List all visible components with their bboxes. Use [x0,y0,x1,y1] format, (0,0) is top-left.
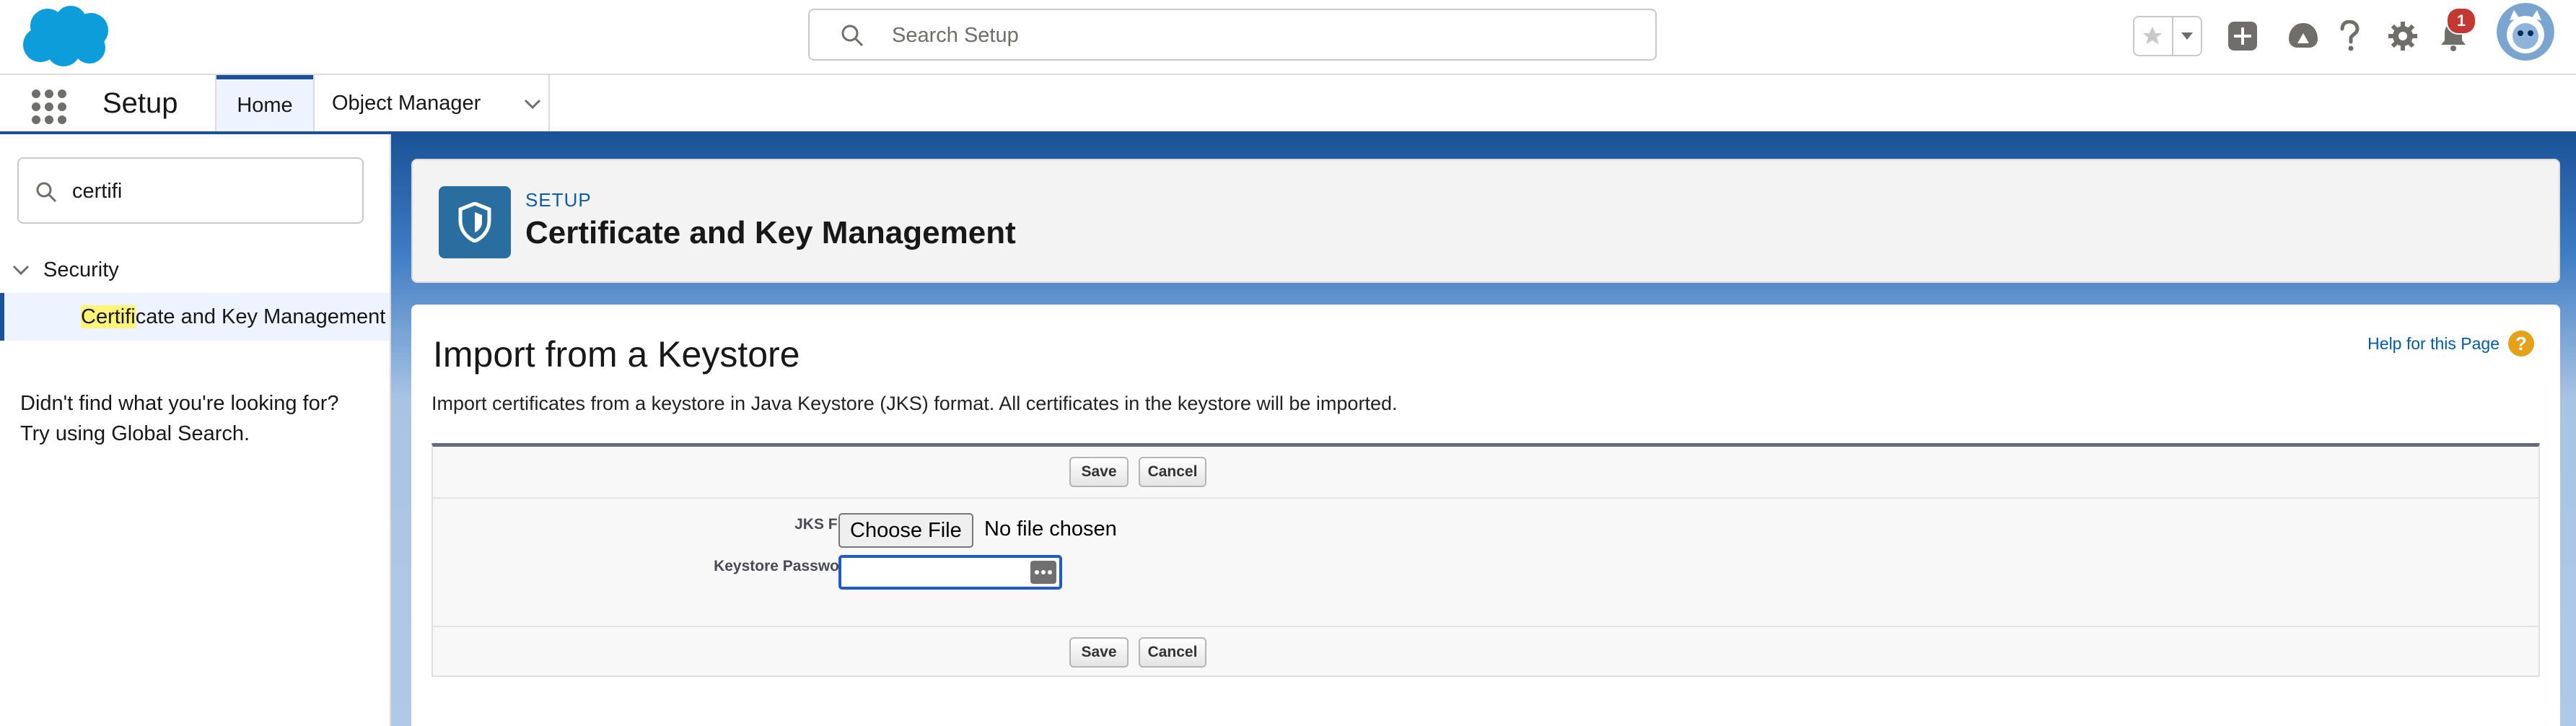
divider [548,75,550,131]
cancel-button[interactable]: Cancel [1139,457,1206,487]
content-panel: Import from a Keystore Help for this Pag… [411,305,2560,726]
quick-find[interactable] [17,157,364,224]
setup-search[interactable] [808,9,1657,61]
avatar[interactable] [2497,3,2554,61]
favorites-dropdown-icon[interactable] [2173,17,2201,55]
help-link[interactable]: Help for this Page ? [2367,331,2534,357]
not-found-line: Try using Global Search. [20,422,250,445]
help-link-label: Help for this Page [2367,333,2500,353]
not-found-message: Didn't find what you're looking for? Try… [20,388,339,449]
page-title: Certificate and Key Management [525,215,1016,250]
global-header: 1 [0,0,2576,75]
tree-section-label: Security [43,258,119,281]
favorites-group [2133,16,2202,56]
choose-file-button[interactable]: Choose File [838,513,973,548]
trailhead-icon[interactable] [2284,17,2322,55]
app-name: Setup [102,87,178,119]
search-icon [35,180,58,204]
keystore-password-label: Keystore Password [714,558,854,574]
search-input[interactable] [890,16,1644,55]
file-status: No file chosen [984,517,1117,541]
tab-object-manager[interactable]: Object Manager [315,75,548,131]
tab-home[interactable]: Home [216,75,313,131]
add-icon[interactable] [2224,17,2261,55]
page-kicker: SETUP [525,189,592,211]
quick-find-input[interactable] [71,172,355,211]
setup-sidebar: Security Certificate and Key Management … [0,134,391,726]
shield-icon [439,186,511,258]
chevron-down-icon[interactable] [521,92,544,115]
content-description: Import certificates from a keystore in J… [431,393,1398,414]
sidebar-item-label-rest: cate and Key Management [135,305,386,328]
sidebar-item-certificate-key-management[interactable]: Certificate and Key Management [0,293,390,341]
import-form: Save Cancel JKS File Choose File No file… [431,443,2540,677]
help-icon: ? [2508,331,2534,357]
help-icon[interactable] [2331,17,2368,55]
keystore-password-field[interactable] [838,555,1062,590]
save-button[interactable]: Save [1069,637,1129,668]
cancel-button[interactable]: Cancel [1139,637,1206,668]
key-icon[interactable] [1030,561,1056,584]
keystore-password-input[interactable] [846,559,1033,587]
search-highlight: Certifi [81,305,136,328]
not-found-line: Didn't find what you're looking for? [20,392,339,415]
button-row-top: Save Cancel [433,447,2538,499]
notification-badge: 1 [2446,7,2476,35]
sidebar-item-label: Certificate and Key Management [81,305,385,329]
search-icon [840,23,864,48]
gear-icon[interactable] [2384,17,2422,55]
tree-section-security[interactable]: Security [10,254,119,286]
chevron-down-icon[interactable] [10,259,32,281]
tab-label: Home [237,93,293,117]
favorite-star-icon[interactable] [2134,17,2170,55]
page-header: SETUP Certificate and Key Management [411,159,2560,283]
salesforce-logo[interactable] [19,4,114,69]
content-title: Import from a Keystore [433,334,800,375]
save-button[interactable]: Save [1069,457,1129,487]
context-bar: Setup Home Object Manager [0,75,2576,134]
tab-label: Object Manager [332,91,481,115]
app-launcher-icon[interactable] [30,88,68,126]
button-row-bottom: Save Cancel [433,626,2538,679]
